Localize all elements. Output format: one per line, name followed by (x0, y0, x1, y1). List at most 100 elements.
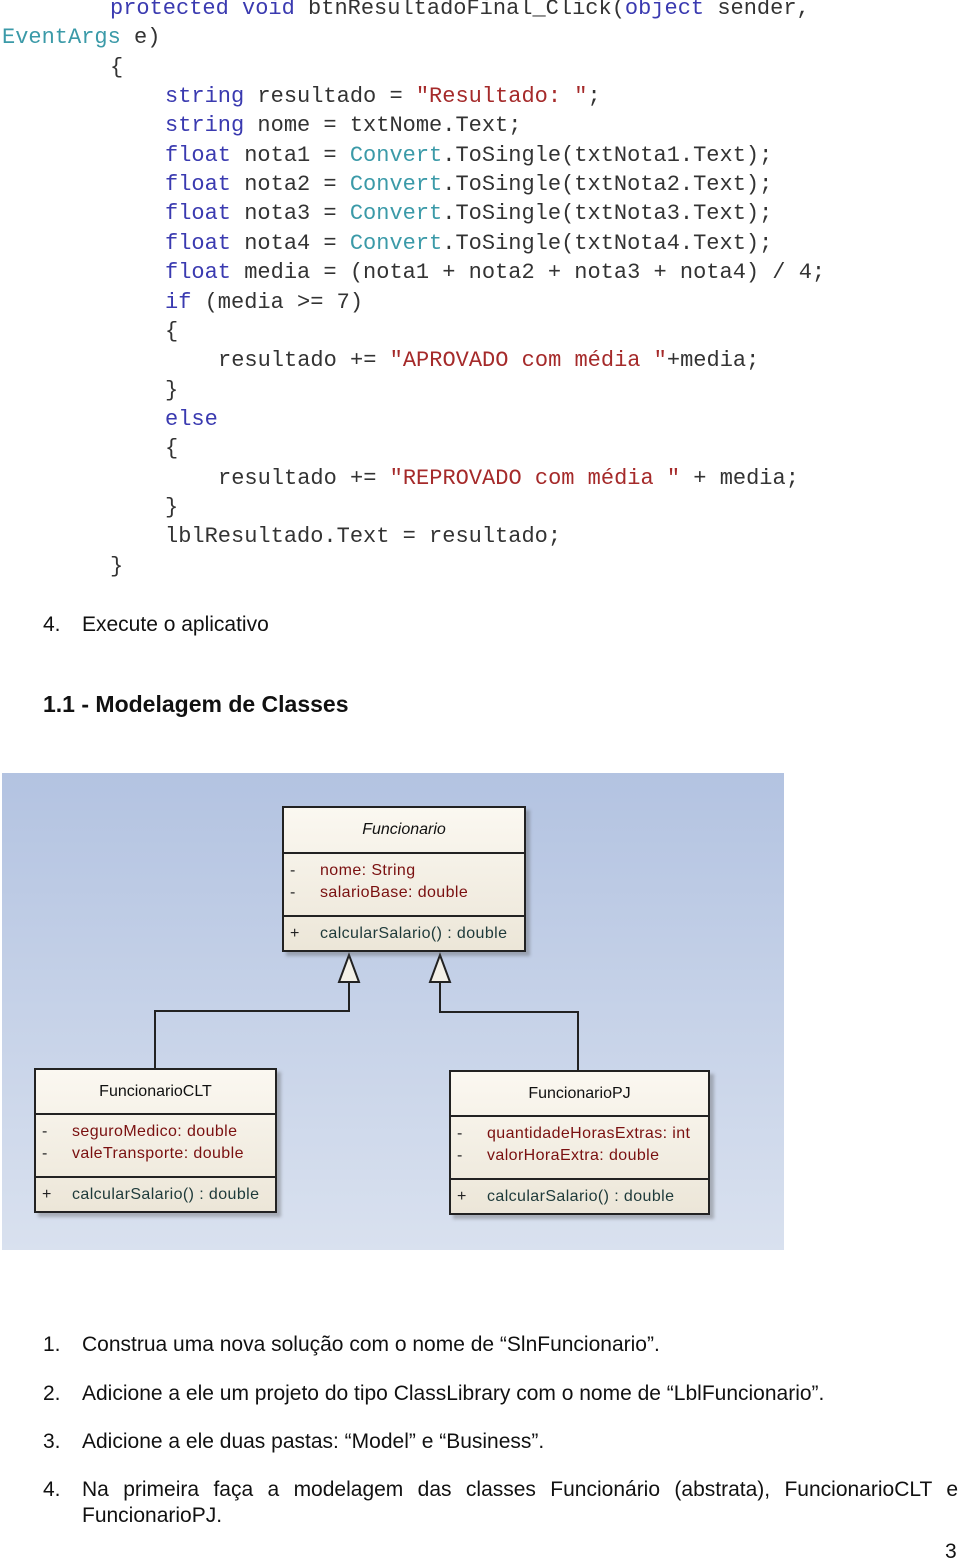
code-token: { (165, 436, 179, 462)
code-token: btnResultadoFinal_Click( (294, 0, 625, 21)
visibility-marker: - (290, 862, 296, 879)
code-line: float nota1 = Convert.ToSingle(txtNota1.… (165, 142, 772, 168)
step-text: Adicione a ele um projeto do tipo ClassL… (82, 1382, 825, 1405)
code-token: nota3 = (231, 201, 350, 227)
attribute-text: nome: String (320, 862, 416, 879)
code-token: lblResultado.Text = resultado; (165, 524, 562, 550)
uml-class-diagram: Funcionario - nome: String - salarioBase: do… (2, 773, 784, 1250)
code-token: +media; (666, 348, 760, 374)
connector-pj (439, 982, 579, 1070)
section-heading: 1.1 - Modelagem de Classes (43, 691, 349, 717)
step-number: 1. (43, 1333, 61, 1356)
code-token: if (165, 289, 192, 315)
step-number: 2. (43, 1382, 61, 1405)
class-name: FuncionarioPJ (451, 1072, 708, 1117)
code-token: nota1 = (231, 142, 350, 168)
code-token: EventArgs (2, 25, 121, 51)
methods-section: + calcularSalario() : double (36, 1178, 275, 1211)
method: + calcularSalario() : double (36, 1184, 275, 1206)
code-token: } (165, 377, 179, 403)
code-line: protected void btnResultadoFinal_Click(o… (110, 0, 810, 20)
code-token: Convert (349, 230, 443, 256)
class-name: FuncionarioCLT (36, 1070, 275, 1115)
connector-clt (154, 982, 350, 1068)
code-line: } (165, 496, 178, 519)
code-line: { (110, 54, 124, 80)
code-token: string (165, 113, 245, 139)
code-token: nome = txtNome.Text; (244, 113, 522, 139)
code-token: resultado += (218, 348, 390, 374)
code-line: { (165, 318, 179, 344)
attribute-text: seguroMedico: double (72, 1123, 238, 1140)
code-token: "Resultado: " (415, 84, 588, 110)
code-token: float (165, 172, 232, 198)
code-line: if (media >= 7) (165, 289, 364, 315)
code-token: { (165, 318, 179, 344)
step-number: 4. (43, 1478, 61, 1501)
visibility-marker: - (457, 1147, 463, 1164)
code-token: + media; (680, 465, 799, 491)
code-token: nota4 = (231, 230, 350, 256)
step-text: Construa uma nova solução com o nome de … (82, 1333, 660, 1356)
code-token: string (165, 84, 245, 110)
code-token: void (242, 0, 295, 21)
class-funcionario: Funcionario - nome: String - salarioBase: do… (282, 806, 526, 952)
visibility-marker: + (457, 1188, 467, 1205)
step-number: 4. (43, 613, 61, 636)
class-name: Funcionario (284, 808, 524, 854)
code-token: .ToSingle(txtNota2.Text); (442, 172, 773, 198)
visibility-marker: + (290, 925, 300, 942)
code-line: string nome = txtNome.Text; (165, 115, 521, 137)
page-number: 3 (945, 1540, 957, 1563)
class-funcionarioclt: FuncionarioCLT - seguroMedico: double - vale… (34, 1068, 277, 1213)
code-token: { (110, 54, 124, 80)
attribute-text: salarioBase: double (320, 884, 469, 901)
attribute: - valeTransporte: double (36, 1143, 275, 1165)
code-token: Convert (349, 172, 443, 198)
attribute: - valorHoraExtra: double (451, 1145, 708, 1167)
method-text: calcularSalario() : double (487, 1188, 675, 1205)
code-token: float (165, 230, 232, 256)
attribute-text: quantidadeHorasExtras: int (487, 1125, 691, 1142)
method: + calcularSalario() : double (284, 923, 524, 945)
code-line: resultado += "REPROVADO com média " + me… (218, 465, 799, 491)
code-token: float (165, 142, 232, 168)
class-funcionariopj: FuncionarioPJ - quantidadeHorasExtras: int… (449, 1070, 710, 1215)
step-number: 3. (43, 1430, 61, 1453)
step-text: Na primeira faça a modelagem das classes… (82, 1478, 958, 1527)
code-token: .ToSingle(txtNota4.Text); (442, 230, 773, 256)
attribute: - nome: String (284, 860, 524, 882)
code-token: ; (587, 84, 601, 110)
code-line: float nota2 = Convert.ToSingle(txtNota2.… (165, 174, 772, 196)
attributes-section: - nome: String - salarioBase: double (284, 854, 524, 917)
code-line: resultado += "APROVADO com média "+media… (218, 350, 759, 372)
code-line: float nota3 = Convert.ToSingle(txtNota3.… (165, 203, 772, 225)
inheritance-arrow-icon (428, 952, 452, 983)
visibility-marker: - (42, 1123, 48, 1140)
attribute: - salarioBase: double (284, 882, 524, 904)
code-line: float media = (nota1 + nota2 + nota3 + n… (165, 262, 825, 284)
code-token: resultado = (244, 84, 416, 110)
visibility-marker: + (42, 1186, 52, 1203)
code-line: string resultado = "Resultado: "; (165, 86, 601, 108)
methods-section: + calcularSalario() : double (284, 917, 524, 950)
code-line: EventArgs e) (2, 27, 160, 49)
visibility-marker: - (42, 1145, 48, 1162)
code-token: .ToSingle(txtNota3.Text); (442, 201, 773, 227)
method-text: calcularSalario() : double (320, 925, 508, 942)
visibility-marker: - (290, 884, 296, 901)
code-token: else (165, 406, 218, 432)
methods-section: + calcularSalario() : double (451, 1180, 708, 1213)
code-token: Convert (349, 201, 443, 227)
code-token: "REPROVADO com média " (389, 465, 681, 491)
code-token: nota2 = (231, 172, 350, 198)
attribute: - quantidadeHorasExtras: int (451, 1123, 708, 1145)
attribute-text: valeTransporte: double (72, 1145, 244, 1162)
code-line: else (165, 406, 218, 432)
code-line: lblResultado.Text = resultado; (165, 526, 561, 548)
code-token: Convert (349, 142, 443, 168)
code-token: (media >= 7) (191, 289, 364, 315)
inheritance-arrow-icon (337, 952, 361, 983)
code-token: "APROVADO com média " (389, 348, 667, 374)
